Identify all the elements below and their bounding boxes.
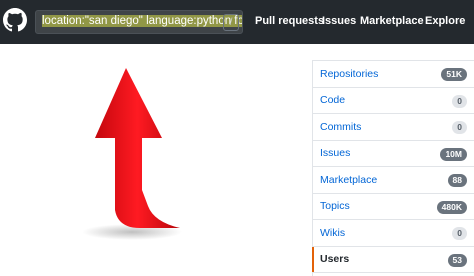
menu-item-repositories[interactable]: Repositories 51K [313,61,474,88]
menu-item-issues[interactable]: Issues 10M [313,141,474,167]
nav-marketplace[interactable]: Marketplace [360,15,424,27]
menu-item-wikis[interactable]: Wikis 0 [313,220,474,247]
search-query-text: location:"san diego" language:python fol… [42,15,242,27]
menu-item-commits[interactable]: Commits 0 [313,114,474,141]
menu-item-label: Issues [320,147,351,160]
menu-item-marketplace[interactable]: Marketplace 88 [313,167,474,194]
search-query: location:"san diego" language:python fol… [42,15,242,27]
search-shortcut-hint: / [223,14,239,31]
top-header: location:"san diego" language:python fol… [0,0,474,44]
count-badge: 88 [447,174,467,187]
count-badge: 480K [436,200,467,214]
github-logo-icon[interactable] [3,8,27,32]
menu-item-label: Code [320,94,346,107]
count-badge: 0 [452,94,467,108]
count-badge: 0 [452,227,467,240]
search-category-menu: Repositories 51K Code 0 Commits 0 Issues… [312,60,474,276]
arrow-up-icon [82,68,182,240]
nav-pull-requests[interactable]: Pull requests [255,15,324,27]
nav-issues[interactable]: Issues [322,15,356,27]
red-arrow-illustration [70,60,200,250]
menu-item-label: Repositories [320,67,379,80]
count-badge: 10M [440,147,467,161]
menu-item-users[interactable]: Users 53 [312,246,474,273]
menu-item-code[interactable]: Code 0 [313,88,474,114]
menu-item-topics[interactable]: Topics 480K [313,194,474,220]
menu-item-label: Wikis [320,226,346,239]
count-badge: 51K [441,68,467,81]
count-badge: 0 [452,121,467,134]
search-input[interactable]: location:"san diego" language:python fol… [35,10,243,34]
nav-explore[interactable]: Explore [425,15,465,27]
menu-item-label: Users [320,253,350,266]
count-badge: 53 [447,253,467,267]
menu-item-label: Marketplace [320,173,378,186]
menu-item-label: Commits [320,120,362,133]
menu-item-label: Topics [320,200,350,213]
